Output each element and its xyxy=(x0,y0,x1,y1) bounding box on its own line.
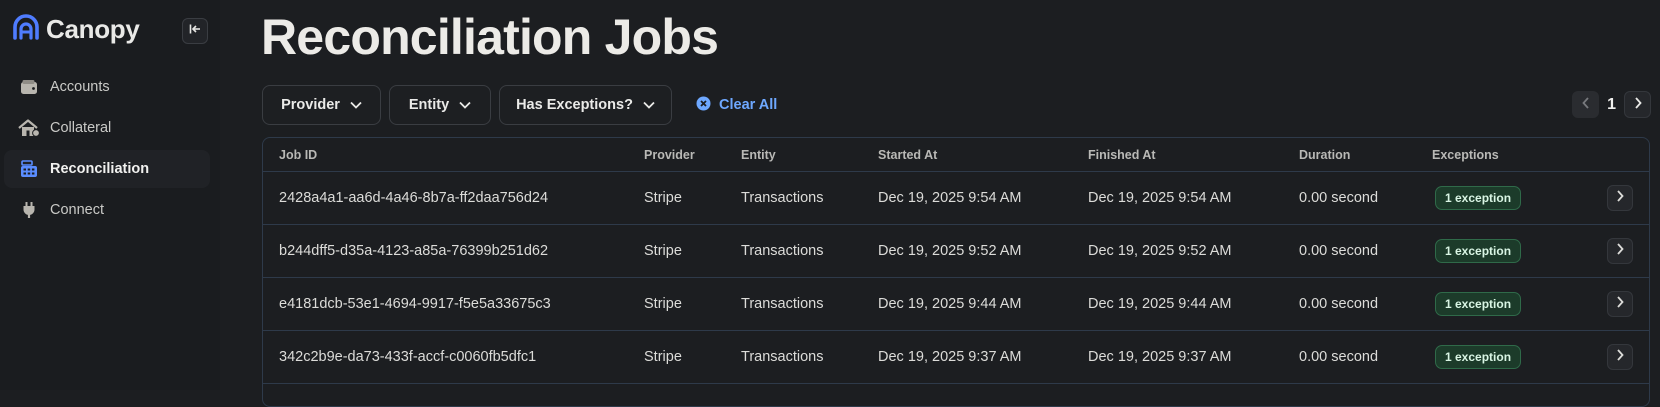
collapse-left-icon xyxy=(189,22,201,40)
pagination: 1 xyxy=(1572,91,1651,118)
cell-finished-at: Dec 19, 2025 9:37 AM xyxy=(1088,349,1232,365)
chevron-right-icon xyxy=(1616,296,1624,312)
canopy-logo-icon xyxy=(12,14,40,45)
cell-exceptions: 1 exception xyxy=(1432,186,1582,210)
brand-name: Canopy xyxy=(46,14,140,44)
column-header-finished-at: Finished At xyxy=(1088,147,1156,162)
cell-duration: 0.00 second xyxy=(1299,349,1379,365)
exception-badge: 1 exception xyxy=(1435,239,1522,263)
chevron-left-icon xyxy=(1581,96,1590,114)
filter-label: Has Exceptions? xyxy=(516,97,633,113)
chevron-right-icon xyxy=(1616,190,1624,206)
has-exceptions-filter-dropdown[interactable]: Has Exceptions? xyxy=(499,85,672,125)
cell-actions xyxy=(1582,291,1649,317)
filter-label: Entity xyxy=(408,97,450,113)
cell-started-at: Dec 19, 2025 9:54 AM xyxy=(878,190,1022,206)
cell-started-at: Dec 19, 2025 9:52 AM xyxy=(878,243,1022,259)
cell-job-id: e4181dcb-53e1-4694-9917-f5e5a33675c3 xyxy=(279,296,551,312)
cell-entity: Transactions xyxy=(741,349,824,365)
column-header-job-id: Job ID xyxy=(279,147,318,162)
provider-filter-dropdown[interactable]: Provider xyxy=(262,85,381,125)
sidebar-item-accounts[interactable]: Accounts xyxy=(4,68,210,106)
sidebar-item-collateral[interactable]: Collateral xyxy=(4,109,210,147)
chevron-down-icon xyxy=(643,97,655,113)
column-header-entity: Entity xyxy=(741,147,776,162)
wallet-icon xyxy=(18,76,40,98)
cell-provider: Stripe xyxy=(644,296,682,312)
open-job-button[interactable] xyxy=(1607,238,1633,264)
cell-job-id: 2428a4a1-aa6d-4a46-8b7a-ff2daa756d24 xyxy=(279,190,549,206)
cell-provider: Stripe xyxy=(644,190,682,206)
chevron-right-icon xyxy=(1634,96,1642,114)
chevron-down-icon xyxy=(350,97,362,113)
column-header-provider: Provider xyxy=(644,147,695,162)
next-page-button[interactable] xyxy=(1624,91,1651,118)
cell-started-at: Dec 19, 2025 9:37 AM xyxy=(878,349,1022,365)
column-header-started-at: Started At xyxy=(878,147,938,162)
jobs-table: Job ID Provider Entity Started At Finish… xyxy=(262,137,1650,407)
clear-all-button[interactable]: Clear All xyxy=(696,96,777,115)
sidebar-item-connect[interactable]: Connect xyxy=(4,191,210,229)
sidebar-item-reconciliation[interactable]: Reconciliation xyxy=(4,150,210,188)
previous-page-button[interactable] xyxy=(1572,91,1600,118)
sidebar-nav: Accounts Collateral Reconciliation Conne… xyxy=(4,68,210,232)
open-job-button[interactable] xyxy=(1607,185,1633,211)
cell-duration: 0.00 second xyxy=(1299,190,1379,206)
brand[interactable]: Canopy xyxy=(12,14,140,45)
sidebar-item-label: Connect xyxy=(50,202,105,218)
collapse-sidebar-button[interactable] xyxy=(182,18,208,44)
sidebar-item-label: Collateral xyxy=(50,120,112,136)
sidebar-item-label: Accounts xyxy=(50,79,110,95)
page-title: Reconciliation Jobs xyxy=(261,9,719,65)
clear-all-label: Clear All xyxy=(719,97,778,113)
cell-entity: Transactions xyxy=(741,243,824,259)
cell-exceptions: 1 exception xyxy=(1432,345,1582,369)
exception-badge: 1 exception xyxy=(1435,186,1522,210)
sidebar: Canopy Accounts Collateral Reconciliatio… xyxy=(0,0,220,390)
entity-filter-dropdown[interactable]: Entity xyxy=(389,85,491,125)
open-job-button[interactable] xyxy=(1607,291,1633,317)
cell-finished-at: Dec 19, 2025 9:52 AM xyxy=(1088,243,1232,259)
cell-actions xyxy=(1582,185,1649,211)
table-row[interactable]: 342c2b9e-da73-433f-accf-c0060fb5dfc1 Str… xyxy=(263,331,1649,384)
chevron-right-icon xyxy=(1616,243,1624,259)
exception-badge: 1 exception xyxy=(1435,345,1522,369)
sidebar-item-label: Reconciliation xyxy=(50,161,150,177)
cell-exceptions: 1 exception xyxy=(1432,292,1582,316)
cell-entity: Transactions xyxy=(741,190,824,206)
current-page-number: 1 xyxy=(1607,95,1616,113)
cell-duration: 0.00 second xyxy=(1299,296,1379,312)
chevron-down-icon xyxy=(459,97,471,113)
cell-job-id: b244dff5-d35a-4123-a85a-76399b251d62 xyxy=(279,243,549,259)
calculator-icon xyxy=(18,158,40,180)
cell-entity: Transactions xyxy=(741,296,824,312)
house-icon xyxy=(18,117,40,139)
table-row[interactable]: e4181dcb-53e1-4694-9917-f5e5a33675c3 Str… xyxy=(263,278,1649,331)
cell-finished-at: Dec 19, 2025 9:44 AM xyxy=(1088,296,1232,312)
filter-bar: Provider Entity Has Exceptions? Clear Al… xyxy=(262,85,777,125)
cell-actions xyxy=(1582,344,1649,370)
cell-provider: Stripe xyxy=(644,243,682,259)
cell-actions xyxy=(1582,238,1649,264)
cell-exceptions: 1 exception xyxy=(1432,239,1582,263)
plug-icon xyxy=(18,199,40,221)
cell-job-id: 342c2b9e-da73-433f-accf-c0060fb5dfc1 xyxy=(279,349,537,365)
table-row[interactable]: b244dff5-d35a-4123-a85a-76399b251d62 Str… xyxy=(263,225,1649,278)
cell-finished-at: Dec 19, 2025 9:54 AM xyxy=(1088,190,1232,206)
filter-label: Provider xyxy=(281,97,340,113)
table-header-row: Job ID Provider Entity Started At Finish… xyxy=(263,138,1649,172)
cell-provider: Stripe xyxy=(644,349,682,365)
cell-duration: 0.00 second xyxy=(1299,243,1379,259)
column-header-duration: Duration xyxy=(1299,147,1351,162)
chevron-right-icon xyxy=(1616,349,1624,365)
cell-started-at: Dec 19, 2025 9:44 AM xyxy=(878,296,1022,312)
column-header-exceptions: Exceptions xyxy=(1432,147,1499,162)
open-job-button[interactable] xyxy=(1607,344,1633,370)
exception-badge: 1 exception xyxy=(1435,292,1522,316)
table-row[interactable]: 2428a4a1-aa6d-4a46-8b7a-ff2daa756d24 Str… xyxy=(263,172,1649,225)
clear-circle-icon xyxy=(696,96,711,115)
